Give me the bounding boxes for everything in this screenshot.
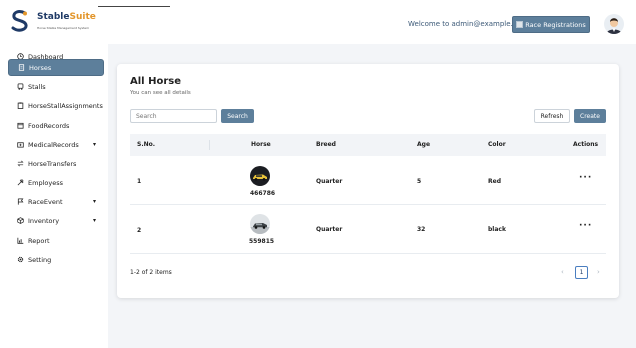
column-header-horse[interactable]: Horse [251, 141, 271, 148]
sidebar-item-label: RaceEvent [28, 197, 63, 206]
search-input[interactable] [130, 109, 217, 123]
chevron-down-icon[interactable]: ▾ [93, 141, 96, 148]
sidebar-item-label: MedicalRecords [28, 140, 79, 149]
flag-icon [17, 198, 24, 205]
horse-photo[interactable] [250, 166, 270, 186]
horses-card: All Horse You can see all details Search… [117, 64, 619, 298]
user-avatar[interactable] [604, 14, 624, 34]
column-header-actions[interactable]: Actions [573, 141, 598, 148]
sidebar-item-horsetransfers[interactable]: HorseTransfers [8, 155, 104, 172]
welcome-text: Welcome to admin@example.com [408, 20, 528, 28]
more-actions-icon[interactable]: ··· [579, 173, 592, 183]
column-header-breed[interactable]: Breed [316, 141, 336, 148]
medkit-icon [17, 142, 24, 148]
horse-photo-icon [250, 214, 270, 234]
logo-mark-icon [11, 10, 28, 32]
column-divider [209, 140, 210, 150]
sidebar-item-report[interactable]: Report [8, 232, 104, 249]
brand-name: StableSuite [37, 12, 96, 22]
horse-photo[interactable] [250, 214, 270, 234]
sidebar-item-label: Setting [28, 255, 52, 264]
page-subtitle: You can see all details [130, 90, 191, 96]
race-registrations-button[interactable]: Race Registrations [512, 16, 590, 33]
column-header-color[interactable]: Color [488, 141, 506, 148]
sidebar-item-foodrecords[interactable]: FoodRecords [8, 117, 104, 134]
cell-breed: Quarter [316, 178, 343, 185]
sidebar-item-label: FoodRecords [28, 121, 70, 130]
brand-tagline: Horse Stable Management System [37, 26, 90, 30]
column-header-age[interactable]: Age [417, 141, 430, 148]
gear-icon [17, 256, 24, 263]
page-number-button[interactable]: 1 [575, 266, 588, 279]
sidebar-item-label: Employess [28, 178, 63, 187]
cell-horse-id: 466786 [250, 190, 276, 197]
refresh-button[interactable]: Refresh [534, 109, 570, 123]
sidebar-item-label: Horses [29, 63, 52, 72]
prev-page-icon[interactable]: ‹ [561, 268, 564, 276]
sidebar-item-medicalrecords[interactable]: MedicalRecords ▾ [8, 136, 104, 153]
sidebar-item-label: Stalls [28, 82, 46, 91]
bus-icon [17, 83, 24, 90]
sidebar-item-label: Report [28, 236, 50, 245]
page-title: All Horse [130, 76, 181, 87]
sidebar-item-employess[interactable]: Employess [8, 174, 104, 191]
cell-color: black [488, 226, 506, 233]
brand-logo[interactable]: StableSuite Horse Stable Management Syst… [10, 10, 96, 34]
cell-age: 32 [417, 226, 426, 233]
cell-sno: 1 [137, 178, 142, 185]
sidebar-item-inventory[interactable]: Inventory ▾ [8, 212, 104, 229]
pagination-info: 1-2 of 2 items [130, 269, 172, 276]
document-icon [18, 64, 25, 71]
tools-icon [17, 179, 24, 186]
sidebar-item-horsestallassignments[interactable]: HorseStallAssignments [8, 97, 104, 114]
more-actions-icon[interactable]: ··· [579, 221, 592, 231]
avatar-icon [604, 14, 624, 34]
search-button[interactable]: Search [221, 109, 254, 123]
cell-breed: Quarter [316, 226, 343, 233]
race-registrations-label: Race Registrations [525, 20, 586, 29]
transfer-icon [17, 160, 24, 167]
sidebar-item-label: HorseStallAssignments [28, 101, 103, 110]
box-icon [17, 217, 24, 224]
chart-icon [17, 237, 24, 244]
column-header-sno[interactable]: S.No. [137, 141, 155, 148]
cell-sno: 2 [137, 227, 142, 234]
table-row[interactable]: 2 559815 Quarter 32 black ··· [130, 206, 606, 254]
sidebar-item-label: Inventory [28, 216, 60, 225]
top-divider [98, 6, 170, 7]
chevron-down-icon[interactable]: ▾ [93, 217, 96, 224]
calendar-icon [17, 122, 24, 129]
sidebar-item-setting[interactable]: Setting [8, 251, 104, 268]
sidebar-item-horses[interactable]: Horses [8, 59, 104, 76]
cell-age: 5 [417, 178, 422, 185]
next-page-icon[interactable]: › [597, 268, 600, 276]
cell-color: Red [488, 178, 501, 185]
table-header: S.No. Horse Breed Age Color Actions [130, 134, 606, 156]
table-row[interactable]: 1 466786 Quarter 5 Red ··· [130, 157, 606, 205]
horse-photo-icon [250, 166, 270, 186]
sidebar-item-stalls[interactable]: Stalls [8, 78, 104, 95]
chevron-down-icon[interactable]: ▾ [93, 198, 96, 205]
sidebar-item-label: HorseTransfers [28, 159, 77, 168]
create-button[interactable]: Create [574, 109, 606, 123]
top-bar: StableSuite Horse Stable Management Syst… [0, 0, 636, 44]
sidebar-item-raceevent[interactable]: RaceEvent ▾ [8, 193, 104, 210]
sidebar: Dashboard Horses Stalls HorseStallAssign… [0, 44, 108, 348]
cell-horse-id: 559815 [249, 238, 275, 245]
clipboard-icon [17, 102, 24, 109]
image-icon [516, 21, 524, 28]
